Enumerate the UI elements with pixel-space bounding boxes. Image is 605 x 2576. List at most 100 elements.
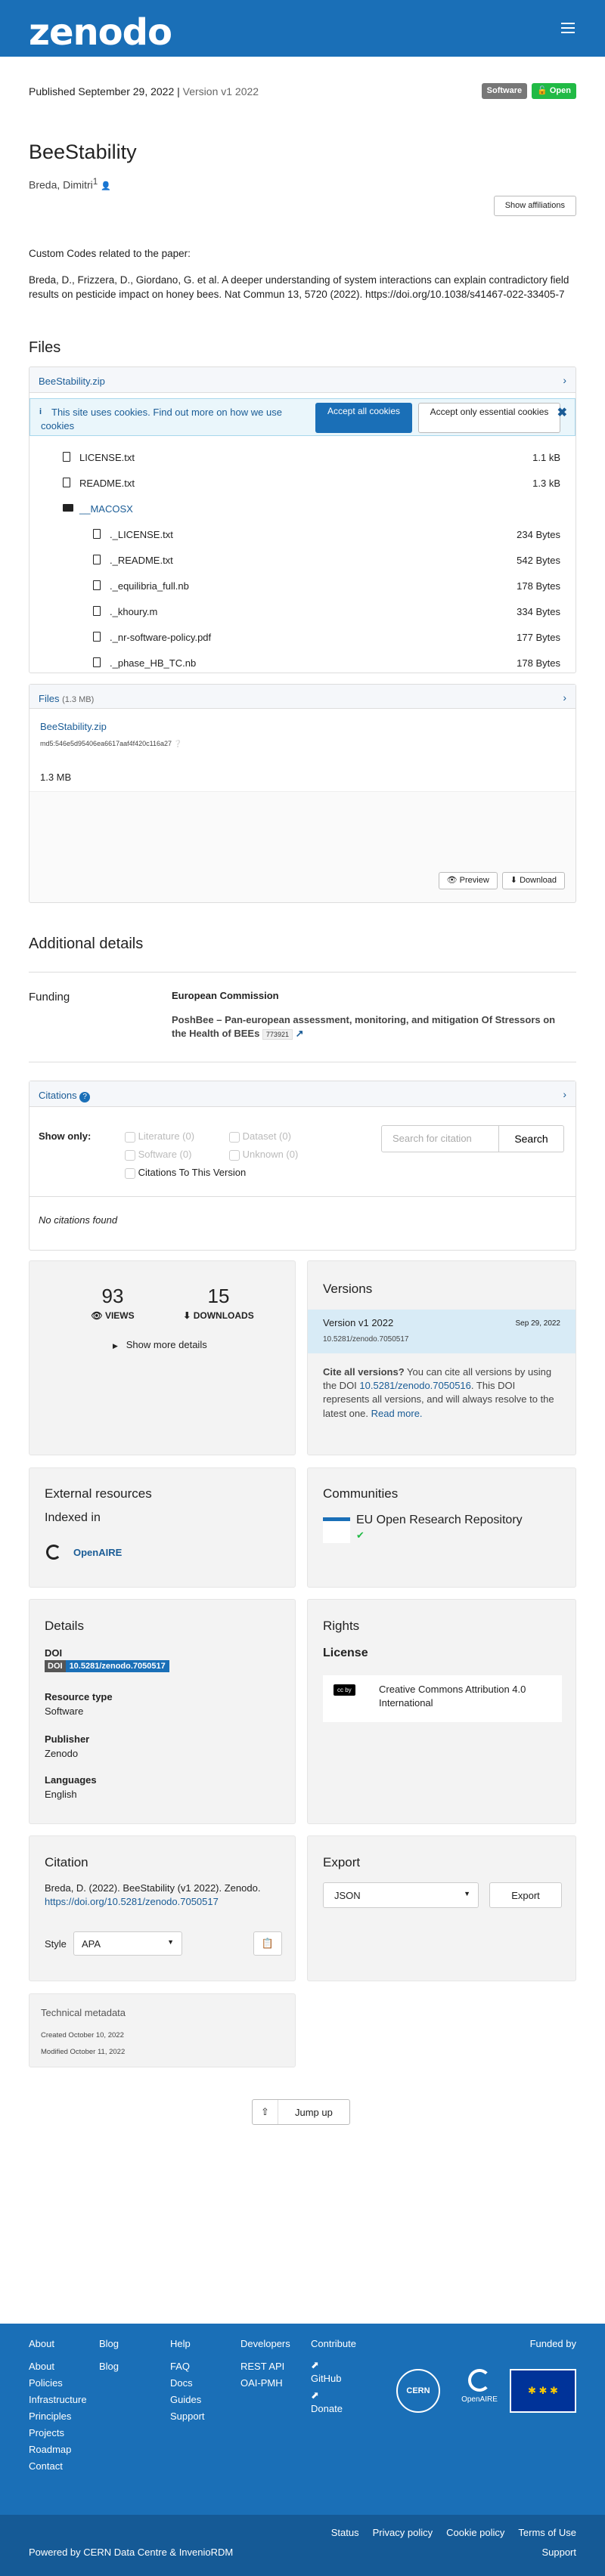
doi-badge[interactable]: DOI 10.5281/zenodo.7050517 [45, 1660, 169, 1672]
top-bar: zenodo [0, 0, 605, 57]
downloads-count: 15 [207, 1285, 230, 1307]
file-row[interactable]: ._phase_HB_TC.nb 178 Bytes [29, 651, 576, 673]
preview-button[interactable]: 👁 Preview [438, 872, 498, 890]
file-size: 1.3 MB [40, 772, 72, 784]
footer-link-about-4[interactable]: Projects [29, 2425, 87, 2441]
citation-search-input[interactable]: Search for citation [381, 1125, 499, 1152]
openaire-logo[interactable]: OpenAIRE [452, 2369, 507, 2405]
filter-software[interactable]: Software (0) [125, 1148, 191, 1161]
citation-box: Citation Breda, D. (2022). BeeStability … [29, 1835, 296, 1981]
file-row[interactable]: ._equilibria_full.nb 178 Bytes [29, 574, 576, 599]
file-row[interactable]: ._README.txt 542 Bytes [29, 548, 576, 574]
footer-link-support[interactable]: Support [541, 2546, 576, 2559]
accept-essential-cookies-button[interactable]: Accept only essential cookies [418, 403, 560, 433]
show-affiliations-button[interactable]: Show affiliations [493, 196, 576, 217]
copy-icon[interactable]: 📋 [253, 1931, 282, 1956]
file-link[interactable]: BeeStability.zip [40, 721, 107, 732]
file-row[interactable]: LICENSE.txt 1.1 kB [29, 445, 576, 471]
citation-text: Breda, D. (2022). BeeStability (v1 2022)… [45, 1882, 261, 1908]
footer-link-about-2[interactable]: Infrastructure [29, 2392, 87, 2408]
creator[interactable]: Breda, Dimitri1 👤 [29, 176, 111, 193]
footer-link-about-3[interactable]: Principles [29, 2408, 87, 2425]
versions-heading: Versions [323, 1282, 373, 1296]
verified-check-icon: ✔ [356, 1529, 365, 1541]
jump-up-button[interactable]: ⇧ Jump up [252, 2099, 350, 2125]
show-more-details[interactable]: ▶ Show more details [113, 1338, 207, 1352]
footer-policy-link[interactable]: Privacy policy [373, 2526, 433, 2540]
concept-doi-link[interactable]: 10.5281/zenodo.7050516 [359, 1380, 470, 1391]
read-more-link[interactable]: Read more. [371, 1408, 423, 1419]
resource-type: Software [45, 1705, 84, 1717]
export-button[interactable]: Export [489, 1882, 562, 1908]
file-icon [63, 452, 70, 462]
eu-flag-icon: ✱ ✱ ✱ [510, 2369, 576, 2413]
file-icon [63, 478, 70, 487]
grant: PoshBee – Pan-european assessment, monit… [172, 1014, 556, 1041]
archive-name[interactable]: BeeStability.zip [39, 376, 105, 387]
external-link-icon[interactable]: ↗ [296, 1028, 304, 1039]
footer-policy-link[interactable]: Cookie policy [446, 2526, 504, 2540]
cern-logo[interactable]: CERN [396, 2369, 440, 2413]
archive-header[interactable]: BeeStability.zip › [29, 367, 576, 393]
footer-link-about-5[interactable]: Roadmap [29, 2441, 87, 2458]
footer-link-blog-0[interactable]: Blog [99, 2358, 119, 2375]
eye-icon: 👁 [446, 876, 458, 885]
file-row[interactable]: ._nr-software-policy.pdf 177 Bytes [29, 625, 576, 651]
arrow-up-icon: ⇧ [253, 2100, 278, 2124]
file-row[interactable]: ._khoury.m 334 Bytes [29, 599, 576, 625]
version-item[interactable]: Version v1 2022 Sep 29, 2022 10.5281/zen… [308, 1310, 576, 1353]
eye-icon: 👁 [91, 1310, 103, 1322]
footer-link-help-0[interactable]: FAQ [170, 2358, 205, 2375]
download-button[interactable]: ⬇ Download [501, 872, 565, 890]
footer-policy-link[interactable]: Terms of Use [518, 2526, 576, 2540]
community-link[interactable]: EU Open Research Repository [356, 1512, 523, 1529]
footer-link-about-0[interactable]: About [29, 2358, 87, 2375]
filter-literature[interactable]: Literature (0) [125, 1130, 194, 1143]
citation-search-button[interactable]: Search [499, 1125, 564, 1152]
footer-link-donate[interactable]: Donate [311, 2403, 343, 2414]
filter-unknown[interactable]: Unknown (0) [229, 1148, 298, 1161]
files-panel: Files (1.3 MB) › BeeStability.zip md5:54… [29, 684, 576, 903]
indexed-in-label: Indexed in [45, 1511, 101, 1524]
additional-details-heading: Additional details [29, 935, 144, 952]
rights-heading: Rights [323, 1619, 360, 1633]
modified-date: Modified October 11, 2022 [41, 2048, 126, 2056]
footer-link-help-1[interactable]: Docs [170, 2375, 205, 2392]
close-icon[interactable]: ✖ [557, 405, 567, 422]
footer-link-about-6[interactable]: Contact [29, 2458, 87, 2475]
file-row[interactable]: README.txt 1.3 kB [29, 471, 576, 496]
citation-style-select[interactable]: APA ▼ [73, 1931, 182, 1956]
file-icon [93, 632, 101, 642]
folder-row[interactable]: __MACOSX [29, 496, 576, 522]
menu-icon[interactable] [561, 23, 575, 36]
cite-all-versions: Cite all versions? You can cite all vers… [323, 1366, 554, 1419]
citations-panel: Citations ? › Show only: Literature (0) … [29, 1081, 576, 1251]
zenodo-logo[interactable]: zenodo [29, 8, 172, 58]
download-icon: ⬇ [510, 876, 518, 885]
file-icon [93, 555, 101, 564]
citations-header[interactable]: Citations ? › [29, 1081, 576, 1107]
footer-link-help-3[interactable]: Support [170, 2408, 205, 2425]
file-row[interactable]: ._LICENSE.txt 234 Bytes [29, 522, 576, 548]
filter-this-version[interactable]: Citations To This Version [125, 1166, 246, 1180]
footer-link-about-1[interactable]: Policies [29, 2375, 87, 2392]
openaire-link[interactable]: OpenAIRE [73, 1546, 122, 1560]
license-item[interactable]: cc by Creative Commons Attribution 4.0 I… [323, 1675, 562, 1722]
footer-link-help-2[interactable]: Guides [170, 2392, 205, 2408]
file-icon [93, 580, 101, 590]
accept-all-cookies-button[interactable]: Accept all cookies [315, 403, 412, 433]
footer-link-github[interactable]: GitHub [311, 2373, 341, 2384]
download-icon: ⬇ [183, 1310, 191, 1322]
resource-type-badge: Software [481, 83, 528, 100]
caret-right-icon: ▶ [113, 1342, 118, 1350]
footer-link-dev-0[interactable]: REST API [240, 2358, 293, 2375]
help-icon[interactable]: ? [79, 1092, 91, 1102]
footer-policy-link[interactable]: Status [331, 2526, 359, 2540]
citation-doi-link[interactable]: https://doi.org/10.5281/zenodo.7050517 [45, 1896, 219, 1907]
footer-link-dev-1[interactable]: OAI-PMH [240, 2375, 293, 2392]
files-panel-header[interactable]: Files (1.3 MB) › [29, 685, 576, 709]
filter-dataset[interactable]: Dataset (0) [229, 1130, 291, 1143]
citation-heading: Citation [45, 1855, 88, 1869]
sub-footer: Powered by CERN Data Centre & InvenioRDM… [0, 2515, 605, 2576]
export-format-select[interactable]: JSON ▼ [323, 1882, 479, 1908]
